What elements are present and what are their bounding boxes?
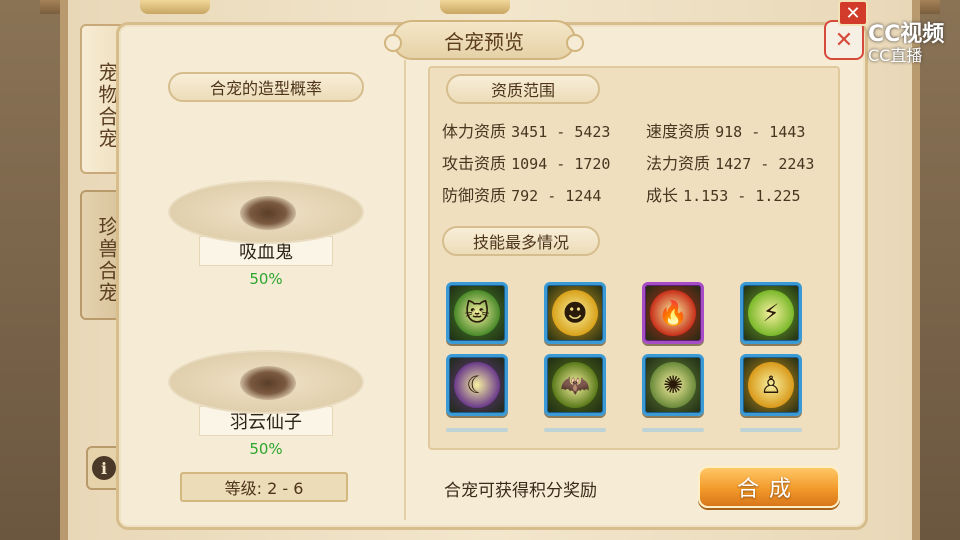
dialog-title: 合宠预览 (384, 20, 584, 60)
hanging-ornament (140, 0, 210, 14)
pet-option[interactable]: 吸血鬼 50% (166, 180, 366, 288)
pet-probability: 50% (249, 440, 283, 458)
reward-text: 合宠可获得积分奖励 (444, 481, 597, 501)
close-button[interactable]: ✕ (838, 0, 868, 26)
skill-slot[interactable]: ✺ (642, 354, 704, 416)
skills-title-text: 技能最多情况 (472, 233, 569, 252)
pet-platform (168, 180, 364, 244)
stat-growth: 成长 1.153 - 1.225 (646, 186, 801, 205)
section-title-text: 合宠的造型概率 (209, 79, 322, 98)
skill-slot[interactable]: ☾ (446, 354, 508, 416)
skill-slot-partial (544, 428, 606, 432)
bat-icon: 🦇 (552, 362, 598, 408)
aptitude-title-text: 资质范围 (490, 81, 555, 100)
pet-probability: 50% (249, 270, 283, 288)
hanging-ornament (440, 0, 510, 14)
stat-attack: 攻击资质 1094 - 1720 (442, 154, 611, 173)
pet-platform (168, 350, 364, 414)
skills-title: 技能最多情况 (442, 226, 600, 256)
pet-silhouette (240, 196, 296, 230)
lightning-strike-icon: ⚡ (748, 290, 794, 336)
pet-silhouette (240, 366, 296, 400)
skill-slot[interactable]: ⚡ (740, 282, 802, 344)
watermark-line2: CC直播 (868, 46, 923, 65)
skill-slot[interactable]: 🦇 (544, 354, 606, 416)
skill-slot[interactable]: ♙ (740, 354, 802, 416)
dialog-title-text: 合宠预览 (444, 29, 524, 54)
skill-slot-partial (642, 428, 704, 432)
section-title: 合宠的造型概率 (168, 72, 364, 102)
skill-slot-partial (446, 428, 508, 432)
stat-defense: 防御资质 792 - 1244 (442, 186, 602, 205)
crescent-moon-icon: ☾ (454, 362, 500, 408)
stat-stamina: 体力资质 3451 - 5423 (442, 122, 611, 141)
shape-probability-panel: 合宠的造型概率 吸血鬼 50% 羽云仙子 50% 等级: 2 - 6 (130, 62, 402, 522)
panel-divider (404, 60, 406, 520)
stat-speed: 速度资质 918 - 1443 (646, 122, 806, 141)
aptitude-title: 资质范围 (446, 74, 600, 104)
aptitude-stats: 体力资质 3451 - 5423 速度资质 918 - 1443 攻击资质 10… (442, 118, 842, 205)
fire-spirit-icon: ☻ (552, 290, 598, 336)
phoenix-icon: 🔥 (650, 290, 696, 336)
pet-option[interactable]: 羽云仙子 50% (166, 350, 366, 458)
level-range: 等级: 2 - 6 (180, 472, 348, 502)
merge-button[interactable]: 合成 (698, 466, 840, 508)
golden-monk-icon: ♙ (748, 362, 794, 408)
skill-slot-partial (740, 428, 802, 432)
stat-mana: 法力资质 1427 - 2243 (646, 154, 815, 173)
watermark-logo-icon: ✕ (824, 20, 864, 60)
skill-slot[interactable]: 🐱 (446, 282, 508, 344)
skills-grid: 🐱 ☻ 🔥 ⚡ ☾ 🦇 ✺ ♙ (444, 280, 824, 440)
skill-slot[interactable]: 🔥 (642, 282, 704, 344)
info-icon: i (92, 456, 116, 480)
cat-warrior-icon: 🐱 (454, 290, 500, 336)
energy-burst-icon: ✺ (650, 362, 696, 408)
skill-slot[interactable]: ☻ (544, 282, 606, 344)
